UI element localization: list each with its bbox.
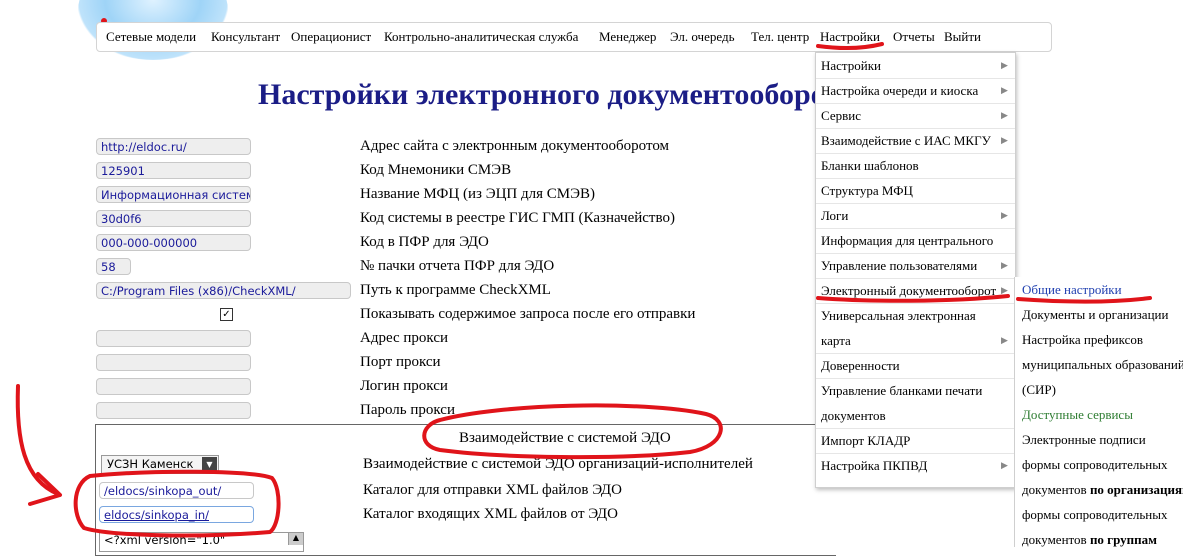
arrow-shaft [15, 384, 60, 496]
edo-menu-underline [816, 294, 1010, 303]
dirs-ellipse [73, 469, 281, 538]
general-settings-underline [1016, 296, 1152, 304]
section-title-ellipse [422, 403, 723, 460]
red-annotations [15, 42, 1152, 538]
settings-underline [816, 42, 884, 51]
